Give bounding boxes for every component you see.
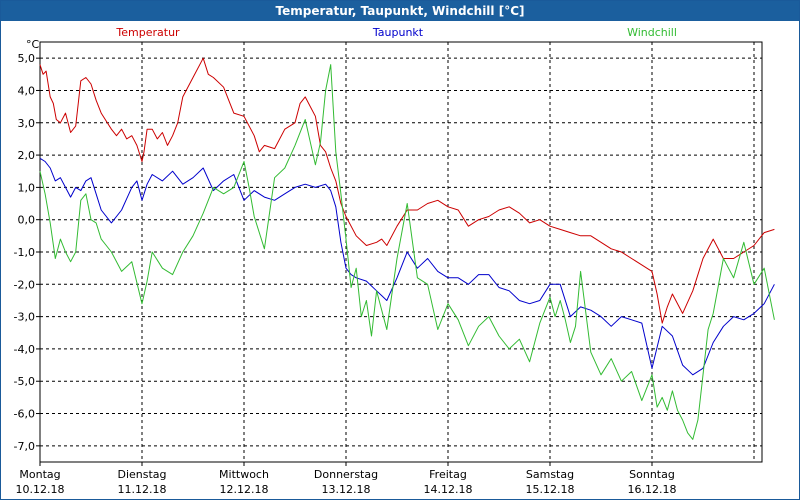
series-line-temperatur — [39, 57, 775, 324]
x-tick-label-date: 15.12.18 — [526, 483, 575, 496]
y-tick-label: -5,0 — [14, 375, 35, 388]
x-tick-label-date: 12.12.18 — [220, 483, 269, 496]
y-tick-label: 2,0 — [18, 149, 36, 162]
x-tick-label-day: Donnerstag — [314, 468, 378, 481]
y-tick-label: -2,0 — [14, 278, 35, 291]
legend-item-windchill: Windchill — [627, 26, 677, 39]
x-tick-label-day: Samstag — [526, 468, 574, 481]
axes — [36, 41, 763, 466]
x-tick-label-day: Freitag — [429, 468, 467, 481]
x-tick-label-day: Sonntag — [629, 468, 675, 481]
x-tick-label-day: Montag — [19, 468, 60, 481]
x-tick-label-day: Dienstag — [117, 468, 166, 481]
y-axis-unit: °C — [26, 38, 40, 51]
x-tick-label-date: 10.12.18 — [16, 483, 65, 496]
x-tick-label-date: 13.12.18 — [322, 483, 371, 496]
x-tick-label-date: 16.12.18 — [628, 483, 677, 496]
legend: Temperatur Taupunkt Windchill — [115, 26, 677, 39]
series-lines — [39, 57, 775, 440]
y-tick-label: 1,0 — [18, 181, 36, 194]
y-tick-label: 0,0 — [18, 214, 36, 227]
legend-item-temperatur: Temperatur — [115, 26, 180, 39]
grid — [40, 42, 762, 462]
x-tick-label-day: Mittwoch — [219, 468, 269, 481]
tick-labels: 5,0 4,0 3,0 2,0 1,0 0,0 -1,0 -2,0 -3,0 -4,0 -5,0 -6… — [14, 38, 677, 496]
x-tick-label-date: 11.12.18 — [118, 483, 167, 496]
y-tick-label: -6,0 — [14, 408, 35, 421]
legend-item-taupunkt: Taupunkt — [372, 26, 424, 39]
y-tick-label: -7,0 — [14, 440, 35, 453]
y-tick-label: -3,0 — [14, 311, 35, 324]
series-line-taupunkt — [39, 157, 775, 376]
y-tick-label: 4,0 — [18, 84, 36, 97]
line-chart: 5,0 4,0 3,0 2,0 1,0 0,0 -1,0 -2,0 -3,0 -4,0 -5,0 -6… — [14, 26, 775, 496]
y-tick-label: 5,0 — [18, 52, 36, 65]
y-tick-label: 3,0 — [18, 117, 36, 130]
y-tick-label: -4,0 — [14, 343, 35, 356]
x-tick-label-date: 14.12.18 — [424, 483, 473, 496]
y-tick-label: -1,0 — [14, 246, 35, 259]
